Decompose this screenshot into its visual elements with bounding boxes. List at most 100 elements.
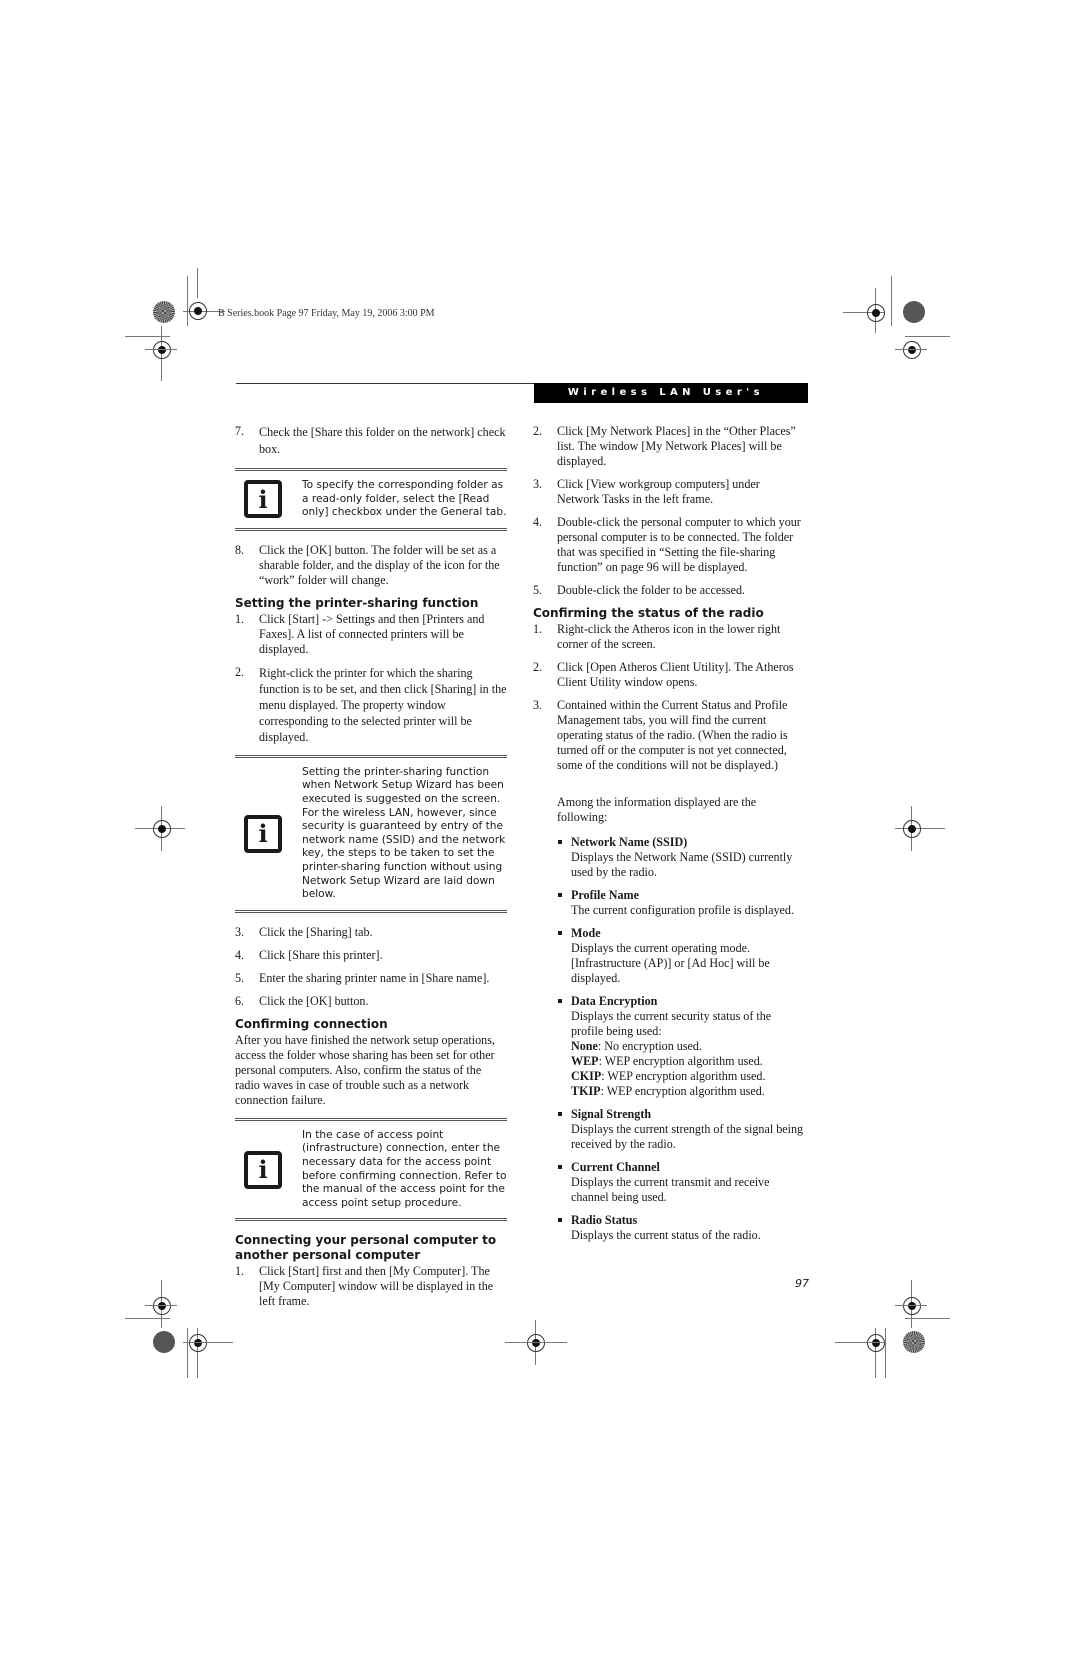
bullet-icon <box>557 994 571 1099</box>
crop-mark <box>905 336 950 337</box>
crop-mark <box>891 276 892 326</box>
step-text: Enter the sharing printer name in [Share… <box>259 970 490 985</box>
bullet-description: Displays the current status of the radio… <box>571 1228 761 1242</box>
crop-mark <box>125 336 170 337</box>
encryption-wep: WEP: WEP encryption algorithm used. <box>571 1054 805 1069</box>
registration-mark-icon <box>867 1334 885 1352</box>
bullet-item: Profile Name The current configuration p… <box>557 888 805 918</box>
paragraph: Among the information displayed are the … <box>557 795 757 824</box>
crop-mark <box>895 1305 927 1306</box>
bullet-icon <box>557 835 571 880</box>
bullet-title: Network Name (SSID) <box>571 835 688 849</box>
registration-mark-icon <box>153 820 171 838</box>
step-number: 6. <box>235 993 245 1008</box>
list-item: 4. Click [Share this printer]. <box>235 948 507 963</box>
list-item: 1. Right-click the Atheros icon in the l… <box>533 622 805 652</box>
note-text: To specify the corresponding folder as a… <box>302 479 507 519</box>
step-number: 5. <box>235 970 245 985</box>
bullet-title: Data Encryption <box>571 994 658 1008</box>
step-number: 3. <box>533 698 543 712</box>
bullet-icon <box>557 888 571 918</box>
step-text: Check the [Share this folder on the netw… <box>259 425 506 456</box>
step-number: 1. <box>533 622 543 636</box>
encryption-tkip: TKIP: WEP encryption algorithm used. <box>571 1084 805 1099</box>
bullet-icon <box>557 1107 571 1152</box>
step-text: Click [My Network Places] in the “Other … <box>557 424 796 468</box>
bullet-description: Displays the current operating mode. [In… <box>571 941 770 985</box>
crop-mark <box>895 349 927 350</box>
info-icon: i <box>244 1150 282 1189</box>
bullet-description: Displays the current security status of … <box>571 1009 772 1038</box>
encryption-label: TKIP <box>571 1084 601 1098</box>
crop-mark <box>125 1318 170 1319</box>
info-icon: i <box>244 814 282 853</box>
list-item: 6. Click the [OK] button. <box>235 994 507 1009</box>
running-header: Wireless LAN User's Guide <box>534 383 808 418</box>
registration-mark-icon <box>903 341 921 359</box>
info-icon: i <box>244 480 282 519</box>
bullet-title: Radio Status <box>571 1213 638 1227</box>
encryption-desc: : WEP encryption algorithm used. <box>600 1084 765 1098</box>
note-text: Setting the printer-sharing function whe… <box>302 765 506 901</box>
crop-mark <box>835 1342 885 1343</box>
left-column: 7. Check the [Share this folder on the n… <box>235 424 507 1317</box>
bullet-description: The current configuration profile is dis… <box>571 903 794 917</box>
registration-mark-icon <box>153 341 171 359</box>
bullet-item: Signal Strength Displays the current str… <box>557 1107 805 1152</box>
paragraph: After you have finished the network setu… <box>235 1032 495 1107</box>
bullet-title: Profile Name <box>571 888 639 902</box>
step-number: 4. <box>533 515 543 529</box>
section-heading: Confirming connection <box>235 1016 388 1031</box>
registration-mark-icon <box>867 304 885 322</box>
list-item: 3. Contained within the Current Status a… <box>533 698 805 773</box>
step-text: Double-click the folder to be accessed. <box>557 583 746 597</box>
list-item: 7. Check the [Share this folder on the n… <box>235 424 507 458</box>
print-slug: B Series.book Page 97 Friday, May 19, 20… <box>218 308 435 319</box>
section-heading: Connecting your personal computer to ano… <box>235 1233 497 1263</box>
bullet-description: Displays the current strength of the sig… <box>571 1122 804 1151</box>
info-note: i In the case of access point (infrastru… <box>235 1117 507 1222</box>
step-text: Click [Open Atheros Client Utility]. The… <box>557 660 794 689</box>
step-number: 3. <box>235 924 245 939</box>
step-text: Double-click the personal computer to wh… <box>557 515 801 574</box>
step-number: 8. <box>235 542 245 557</box>
bullet-title: Mode <box>571 926 601 940</box>
step-number: 4. <box>235 947 245 962</box>
encryption-label: WEP <box>571 1054 599 1068</box>
registration-mark-icon <box>903 820 921 838</box>
note-text: In the case of access point (infrastruct… <box>302 1128 507 1209</box>
step-number: 2. <box>533 660 543 674</box>
info-note: i Setting the printer-sharing function w… <box>235 754 507 913</box>
list-item: 2. Click [Open Atheros Client Utility]. … <box>533 660 805 690</box>
bullet-item: Data Encryption Displays the current sec… <box>557 994 805 1099</box>
step-text: Click [Start] first and then [My Compute… <box>259 1264 494 1309</box>
bullet-icon <box>557 1213 571 1243</box>
step-text: Click [Start] -> Settings and then [Prin… <box>259 611 485 656</box>
crop-mark <box>145 1305 177 1306</box>
color-target-icon <box>153 1331 175 1353</box>
step-text: Click the [OK] button. The folder will b… <box>259 542 500 587</box>
bullet-icon <box>557 1160 571 1205</box>
section-heading: Setting the printer-sharing function <box>235 595 479 610</box>
color-target-icon <box>153 301 175 323</box>
crop-mark <box>197 268 198 298</box>
step-number: 2. <box>235 664 245 679</box>
bullet-description: Displays the Network Name (SSID) current… <box>571 850 793 879</box>
crop-mark <box>505 1342 567 1343</box>
crop-mark <box>905 1318 950 1319</box>
step-text: Contained within the Current Status and … <box>557 698 788 772</box>
list-item: 2. Right-click the printer for which the… <box>235 665 507 745</box>
bullet-title: Current Channel <box>571 1160 660 1174</box>
encryption-label: None <box>571 1039 598 1053</box>
registration-mark-icon <box>189 1334 207 1352</box>
encryption-desc: : WEP encryption algorithm used. <box>601 1069 766 1083</box>
step-number: 1. <box>235 1264 245 1279</box>
step-text: Right-click the Atheros icon in the lowe… <box>557 622 781 651</box>
encryption-desc: : WEP encryption algorithm used. <box>598 1054 763 1068</box>
right-column: 2. Click [My Network Places] in the “Oth… <box>533 424 805 1251</box>
bullet-icon <box>557 926 571 986</box>
step-number: 3. <box>533 477 543 491</box>
list-item: 4. Double-click the personal computer to… <box>533 515 805 575</box>
list-item: 3. Click [View workgroup computers] unde… <box>533 477 805 507</box>
registration-mark-icon <box>153 1297 171 1315</box>
